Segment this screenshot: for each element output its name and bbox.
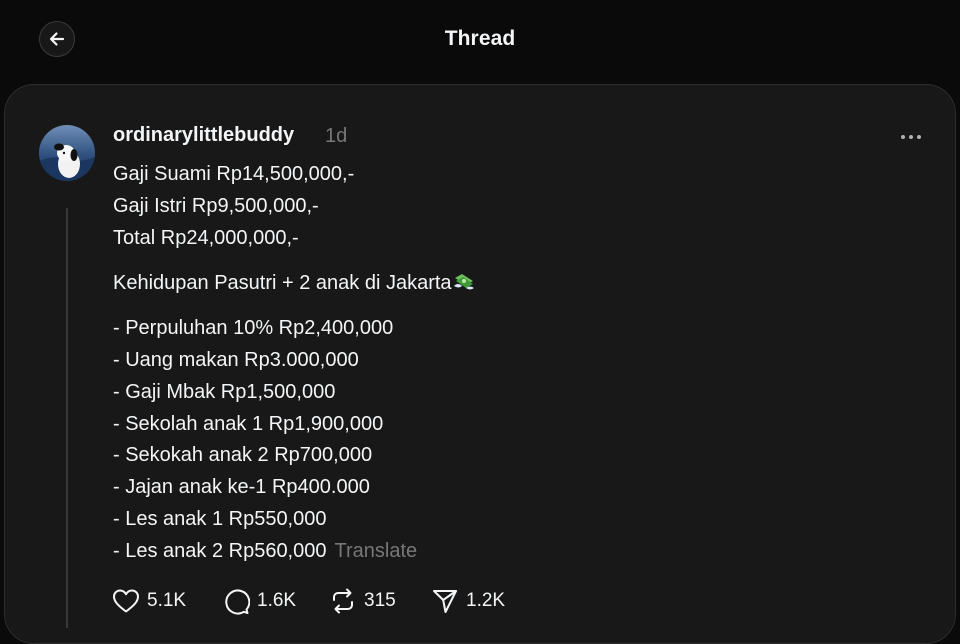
translate-link[interactable]: Translate [335, 540, 418, 562]
post-line: Gaji Suami Rp14,500,000,- [113, 163, 355, 185]
more-horizontal-icon [901, 135, 921, 139]
repost-icon [333, 588, 353, 614]
headline-text: Kehidupan Pasutri + 2 anak di Jakarta [113, 271, 452, 294]
action-bar: 5.1K 1.6K 315 1.2K [112, 586, 531, 616]
share-button[interactable]: 1.2K [431, 588, 531, 614]
list-item: - Perpuluhan 10% Rp2,400,000 [113, 317, 394, 340]
avatar[interactable] [39, 125, 95, 181]
more-button[interactable] [897, 126, 925, 148]
money-with-wings-icon [453, 273, 474, 290]
list-item: - Jajan anak ke-1 Rp400.000 [113, 476, 370, 499]
list-item: - Sekokah anak 2 Rp700,000 [113, 444, 373, 467]
avatar-image [39, 125, 95, 181]
list-item-last: - Les anak 2 Rp560,000 Translate [113, 536, 893, 568]
post-line: Total Rp24,000,000,- [113, 226, 299, 249]
top-bar: Thread [0, 0, 960, 84]
comment-icon [225, 589, 250, 614]
list-item: - Gaji Mbak Rp1,500,000 [113, 380, 336, 403]
reply-count: 1.6K [257, 590, 297, 611]
reply-button[interactable]: 1.6K [222, 588, 329, 615]
post-body: Gaji Suami Rp14,500,000,- Gaji Istri Rp9… [113, 159, 893, 568]
post-line: Gaji Istri Rp9,500,000,- [113, 194, 319, 217]
post-headline: Kehidupan Pasutri + 2 anak di Jakarta [113, 268, 893, 300]
post-time[interactable]: 1d [325, 125, 347, 148]
like-button[interactable]: 5.1K [112, 588, 222, 614]
list-item: - Uang makan Rp3.000,000 [113, 348, 359, 371]
share-count: 1.2K [466, 590, 506, 611]
list-item: - Les anak 2 Rp560,000 [113, 539, 327, 562]
list-item: - Les anak 1 Rp550,000 [113, 507, 327, 530]
repost-button[interactable]: 315 [329, 587, 431, 615]
like-count: 5.1K [147, 590, 187, 611]
repost-count: 315 [364, 590, 396, 611]
send-icon [433, 590, 457, 613]
list-item: - Sekolah anak 1 Rp1,900,000 [113, 412, 384, 435]
page-title: Thread [444, 27, 516, 50]
thread-line [66, 208, 68, 628]
heart-icon [113, 589, 139, 613]
username[interactable]: ordinarylittlebuddy [113, 124, 294, 147]
